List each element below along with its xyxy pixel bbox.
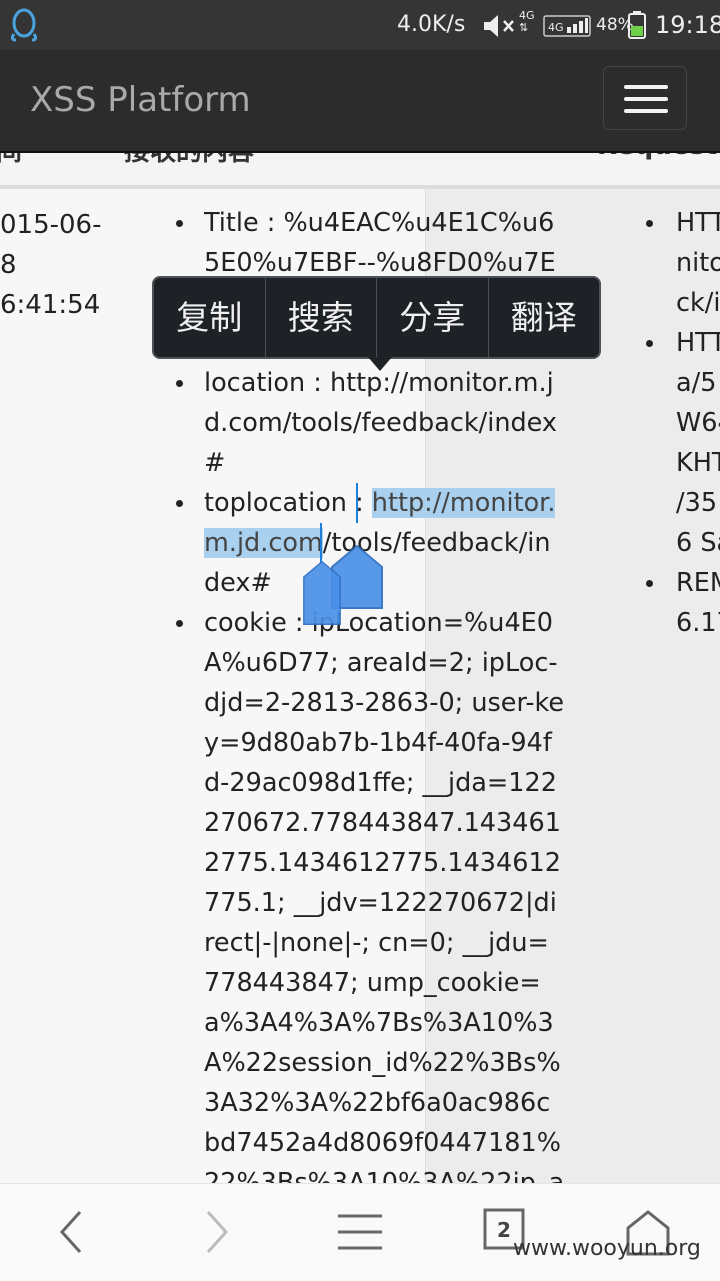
signal-icon: 4G — [543, 15, 591, 37]
selection-caret-start — [356, 483, 358, 523]
app-header: XSS Platform — [0, 50, 720, 153]
text-selection-menu: 复制 搜索 分享 翻译 — [152, 276, 601, 371]
search-button[interactable]: 搜索 — [264, 278, 377, 357]
hamburger-icon — [624, 85, 668, 89]
toplocation-label: toplocation : — [204, 488, 372, 518]
request-line: HTT — [676, 328, 720, 358]
time-line: 6:41:54 — [0, 290, 101, 320]
forward-icon[interactable] — [190, 1206, 242, 1258]
request-item: HTT a/5 W64 KHT /35 6 Sa — [640, 323, 720, 563]
request-line: nito — [676, 248, 720, 278]
hamburger-icon-bar — [624, 109, 668, 113]
battery-icon — [628, 11, 646, 39]
request-line: ck/i — [676, 288, 720, 318]
time-line: 8 — [0, 250, 17, 280]
request-item: REM 6.17 — [640, 563, 720, 643]
qq-penguin-icon — [10, 8, 38, 42]
content-location: location : http://monitor.m.jd.com/tools… — [170, 363, 565, 483]
network-type: 4G ⇅ — [519, 10, 535, 34]
menu-toggle-button[interactable] — [603, 66, 687, 130]
header-request: Request H — [597, 153, 720, 161]
watermark: www.wooyun.org — [513, 1236, 701, 1261]
request-line: KHT — [676, 448, 720, 478]
request-line: W64 — [676, 408, 720, 438]
browser-bottom-bar: 2 — [0, 1183, 720, 1281]
tab-count: 2 — [497, 1218, 511, 1242]
content-location-text: location : http://monitor.m.jd.com/tools… — [204, 368, 558, 478]
menu-pointer — [368, 357, 392, 371]
request-line: HTT — [676, 208, 720, 238]
time-line: 015-06- — [0, 210, 102, 240]
status-bar: 4.0K/s 4G ⇅ 4G 48% 19:18 — [0, 0, 720, 50]
header-time: 时间 — [0, 153, 22, 168]
network-badge: 4G — [548, 21, 564, 34]
request-line: a/5 — [676, 368, 717, 398]
selection-handle-end[interactable] — [296, 561, 348, 625]
content-cookie: cookie : ipLocation=%u4E0A%u6D77; areaId… — [170, 603, 565, 1183]
translate-button[interactable]: 翻译 — [487, 278, 600, 357]
request-list: HTT nito ck/i HTT a/5 W64 KHT /35 6 Sa R… — [640, 203, 720, 643]
back-icon[interactable] — [46, 1206, 98, 1258]
mute-icon — [484, 15, 514, 37]
network-speed: 4.0K/s — [397, 12, 466, 37]
request-line: 6 Sa — [676, 528, 720, 558]
time-cell: 015-06- 8 6:41:54 — [0, 205, 110, 325]
data-arrows-icon: ⇅ — [519, 21, 529, 34]
request-line: 6.17 — [676, 608, 720, 638]
header-content: 接收的内容 — [124, 153, 254, 168]
content-cookie-text: cookie : ipLocation=%u4E0A%u6D77; areaId… — [204, 608, 565, 1183]
table-header-row: 时间 接收的内容 Request H — [0, 153, 720, 189]
request-line: /35 — [676, 488, 718, 518]
copy-button[interactable]: 复制 — [154, 278, 265, 357]
share-button[interactable]: 分享 — [376, 278, 488, 357]
hamburger-icon-bar — [624, 97, 668, 101]
clock: 19:18 — [655, 11, 720, 39]
menu-icon[interactable] — [334, 1206, 386, 1258]
selection-caret-end — [320, 523, 322, 563]
request-item: HTT nito ck/i — [640, 203, 720, 323]
request-line: REM — [676, 568, 720, 598]
brand-title[interactable]: XSS Platform — [30, 80, 251, 120]
